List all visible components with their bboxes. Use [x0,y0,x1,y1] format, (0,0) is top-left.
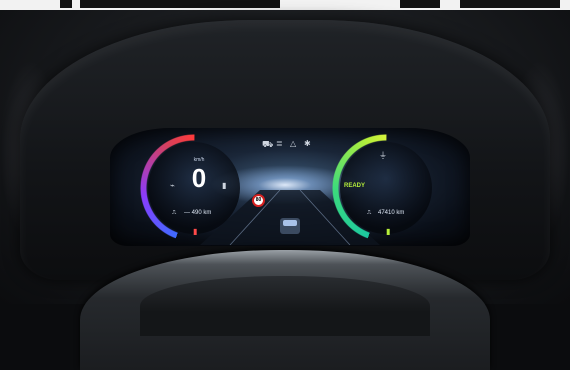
speed-value: 0 [191,163,207,193]
steering-wheel-hub [140,276,430,336]
range-label: — 490 km [184,210,212,216]
low-indicator-icon: ▮ [193,227,198,236]
odometer-icon: ⎍ [367,210,372,216]
drive-mode-icon: ⌁ [170,181,175,190]
top-mark [460,0,560,8]
warning-icon: △ [290,139,297,148]
top-mark [60,0,72,8]
car-range-icon: ⎍ [172,210,177,216]
speed-limit-sign: 80 [252,194,265,207]
battery-icon: ⏚ [379,151,387,160]
headlight-icon: ≣ [276,139,283,148]
odometer-label: 47410 km [378,210,405,216]
status-ready-label: READY [344,183,366,189]
charge-indicator-icon: ▮ [386,227,391,236]
fuel-icon: ▮ [222,181,227,190]
top-mark [400,0,440,8]
top-mark [80,0,280,8]
star-icon: ✱ [304,139,311,148]
car-icon: ⛟ [262,139,274,149]
